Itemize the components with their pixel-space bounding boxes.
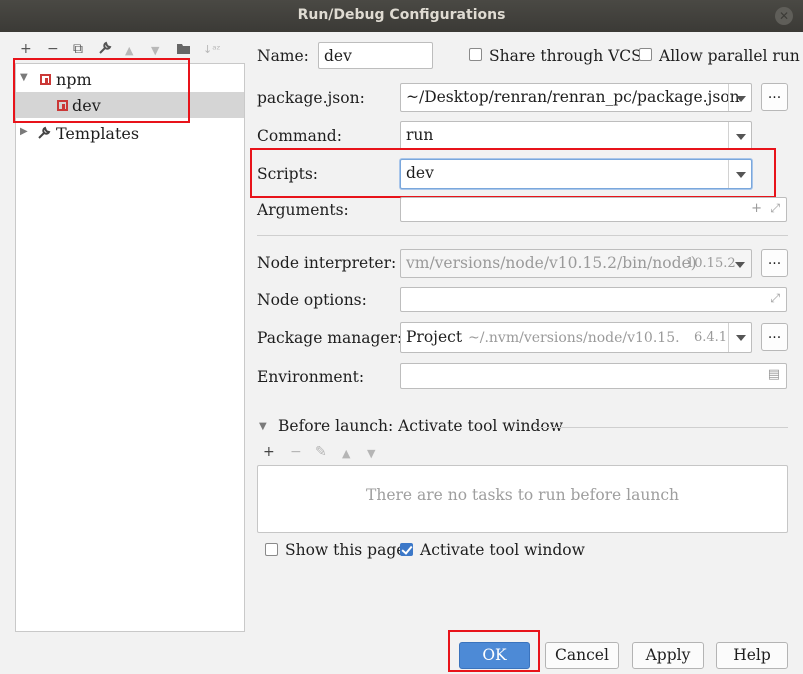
- apply-button[interactable]: Apply: [632, 642, 704, 669]
- package-manager-label: Package manager:: [257, 329, 403, 347]
- chevron-down-icon[interactable]: [728, 122, 751, 149]
- wrench-icon[interactable]: [98, 41, 112, 59]
- package-manager-path: ~/.nvm/versions/node/v10.15.: [468, 330, 680, 346]
- allow-parallel-checkbox[interactable]: [639, 48, 652, 61]
- arguments-input[interactable]: + ⤢: [400, 197, 787, 222]
- edit-task-icon[interactable]: ✎: [315, 444, 327, 460]
- remove-task-icon[interactable]: −: [290, 444, 302, 460]
- package-json-value: ~/Desktop/renran/renran_pc/package.json: [406, 88, 740, 106]
- expand-arrow-icon[interactable]: ▶: [20, 126, 28, 137]
- remove-config-icon[interactable]: −: [47, 41, 59, 57]
- expand-icon[interactable]: ⤢: [770, 291, 780, 306]
- allow-parallel-label: Allow parallel run: [659, 47, 800, 65]
- list-icon[interactable]: ▤: [768, 367, 780, 382]
- command-select[interactable]: run: [400, 121, 752, 150]
- node-interpreter-value: vm/versions/node/v10.15.2/bin/node): [406, 254, 697, 272]
- tree-item-label: Templates: [56, 124, 140, 143]
- share-vcs-label: Share through VCS: [489, 47, 642, 65]
- node-options-label: Node options:: [257, 291, 367, 309]
- name-label: Name:: [257, 47, 309, 65]
- chevron-down-icon[interactable]: [728, 250, 751, 277]
- package-json-label: package.json:: [257, 89, 365, 107]
- command-value: run: [406, 126, 434, 144]
- name-value: dev: [324, 47, 352, 65]
- activate-tool-window-checkbox[interactable]: [400, 543, 413, 556]
- package-manager-value: Project: [406, 328, 463, 346]
- before-launch-header[interactable]: Before launch: Activate tool window: [278, 417, 563, 435]
- package-json-select[interactable]: ~/Desktop/renran/renran_pc/package.json: [400, 83, 752, 112]
- chevron-down-icon[interactable]: [728, 323, 751, 352]
- window-title: Run/Debug Configurations: [297, 7, 506, 23]
- scripts-label: Scripts:: [257, 165, 318, 183]
- scripts-value: dev: [406, 164, 434, 182]
- environment-label: Environment:: [257, 368, 365, 386]
- show-this-page-label: Show this page: [285, 541, 406, 559]
- browse-node-interpreter-button[interactable]: ...: [761, 249, 788, 277]
- scripts-select[interactable]: dev: [400, 159, 752, 189]
- activate-tool-window-label: Activate tool window: [420, 541, 585, 559]
- browse-package-json-button[interactable]: ...: [761, 83, 788, 111]
- add-task-icon[interactable]: +: [263, 444, 275, 460]
- title-bar: Run/Debug Configurations ✕: [0, 0, 803, 32]
- node-interpreter-label: Node interpreter:: [257, 254, 397, 272]
- command-label: Command:: [257, 127, 342, 145]
- divider: [257, 235, 788, 236]
- wrench-icon: [37, 126, 51, 144]
- expand-icon[interactable]: ⤢: [770, 201, 780, 216]
- chevron-down-icon[interactable]: [728, 84, 751, 111]
- divider: [533, 427, 788, 428]
- move-down-icon[interactable]: ▼: [367, 447, 375, 460]
- move-up-icon[interactable]: ▲: [125, 44, 133, 57]
- copy-config-icon[interactable]: ⧉: [73, 41, 83, 57]
- package-manager-version: 6.4.1: [694, 330, 728, 345]
- highlight-box: [13, 58, 190, 123]
- cancel-button[interactable]: Cancel: [545, 642, 619, 669]
- move-up-icon[interactable]: ▲: [342, 447, 350, 460]
- help-button[interactable]: Help: [716, 642, 788, 669]
- folder-icon[interactable]: [176, 42, 191, 59]
- share-vcs-checkbox[interactable]: [469, 48, 482, 61]
- collapse-arrow-icon[interactable]: ▼: [259, 421, 267, 432]
- name-input[interactable]: dev: [318, 42, 433, 69]
- browse-package-manager-button[interactable]: ...: [761, 323, 788, 351]
- tree-item-templates[interactable]: ▶ Templates: [16, 120, 244, 146]
- package-manager-select[interactable]: Project ~/.nvm/versions/node/v10.15. 6.4…: [400, 322, 752, 353]
- move-down-icon[interactable]: ▼: [151, 44, 159, 57]
- chevron-down-icon[interactable]: [728, 160, 751, 188]
- show-this-page-checkbox[interactable]: [265, 543, 278, 556]
- node-interpreter-select[interactable]: vm/versions/node/v10.15.2/bin/node) 10.1…: [400, 249, 752, 278]
- sort-icon[interactable]: ↓ᵃᶻ: [203, 43, 221, 56]
- arguments-label: Arguments:: [257, 201, 349, 219]
- add-config-icon[interactable]: +: [20, 41, 32, 57]
- config-tree: ▼ npm dev ▶ Templates: [15, 63, 245, 632]
- add-icon[interactable]: +: [751, 201, 762, 216]
- node-options-input[interactable]: ⤢: [400, 287, 787, 312]
- ok-button[interactable]: OK: [459, 642, 530, 669]
- before-launch-task-list[interactable]: There are no tasks to run before launch: [257, 465, 788, 533]
- environment-input[interactable]: ▤: [400, 363, 787, 389]
- empty-tasks-text: There are no tasks to run before launch: [366, 486, 679, 504]
- close-icon[interactable]: ✕: [775, 7, 793, 25]
